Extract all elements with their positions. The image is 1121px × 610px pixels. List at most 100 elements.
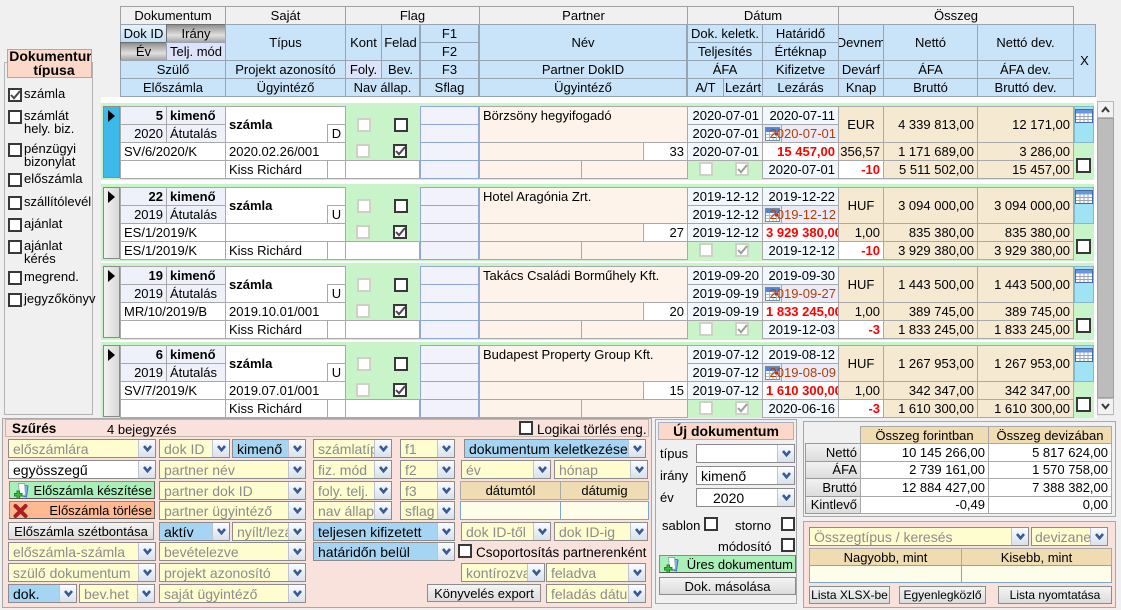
filter-select-sajat-ugyintezo[interactable]: saját ügyintéző [159, 584, 306, 603]
filter-select-feladva-dropdown-button[interactable] [628, 564, 645, 581]
less-than-input[interactable] [961, 565, 1112, 583]
filter-select-nyilt-lezart[interactable]: nyílt/lezárt [232, 522, 306, 541]
filter-select-partner-ugyintezo[interactable]: partner ügyintéző [159, 501, 306, 520]
filter-select-egyosszegu[interactable]: egyösszegű [8, 460, 156, 479]
column-header-felad[interactable]: Felad [381, 24, 420, 61]
column-header-f1[interactable]: F1 [420, 24, 479, 43]
filter-select-dok-id-tol-dropdown-button[interactable] [533, 523, 550, 540]
csoportositas-checkbox[interactable] [458, 544, 472, 558]
new-doc-ev[interactable]: 2020 [696, 488, 795, 507]
row-bev-checkbox[interactable] [393, 304, 407, 318]
new-doc-tipus-dropdown-button[interactable] [777, 445, 794, 462]
filter-select-kontirozva[interactable]: kontírozva [461, 563, 545, 582]
column-header-f2[interactable]: F2 [420, 42, 479, 61]
column-header-kifizetve[interactable]: Kifizetve [762, 60, 839, 79]
filter-select-aktiv-dropdown-button[interactable] [212, 523, 229, 540]
scrollbar-thumb[interactable] [1097, 118, 1114, 398]
row-selector[interactable] [103, 345, 120, 417]
row-select-checkbox[interactable] [1076, 239, 1091, 254]
doctype-checkbox-2[interactable] [8, 143, 22, 157]
column-header-dok_id[interactable]: Dok ID [120, 24, 167, 43]
column-group-partner[interactable]: Partner [479, 6, 688, 25]
summary-search-type[interactable]: Összegtípus / keresés [809, 527, 1029, 546]
row-felad-checkbox[interactable] [394, 118, 408, 132]
filter-select-ev[interactable]: év [461, 460, 551, 479]
doctype-checkbox-7[interactable] [8, 271, 22, 285]
summary-currency-dropdown-button[interactable] [1090, 528, 1107, 545]
column-header-devarf[interactable]: Devárf [838, 60, 884, 79]
column-header-telj_mod[interactable]: Telj. mód [166, 42, 226, 61]
doctype-checkbox-0[interactable] [8, 88, 22, 102]
filter-select-sflag-dropdown-button[interactable] [437, 502, 454, 519]
column-group-osszeg[interactable]: Összeg [838, 6, 1074, 25]
filter-select-fiz-mod-dropdown-button[interactable] [374, 461, 391, 478]
filter-select-dokumentum-keletkezese-dropdown-button[interactable] [628, 440, 645, 457]
column-header-kont[interactable]: Kont [345, 24, 382, 61]
filter-select-dok[interactable]: dok. [8, 584, 77, 603]
egyenlegkozlo-button[interactable]: Egyenlegközlő [899, 586, 986, 604]
column-header-nev[interactable]: Név [479, 24, 687, 61]
column-header-nav_allap[interactable]: Nav állap. [345, 78, 420, 97]
column-header-at[interactable]: A/T [687, 78, 724, 97]
datumig-input[interactable] [560, 501, 649, 520]
column-header-f3[interactable]: F3 [420, 60, 479, 79]
column-header-bev[interactable]: Bev. [381, 60, 420, 79]
filter-select-f1-dropdown-button[interactable] [437, 440, 454, 457]
filter-select-kimeno[interactable]: kimenő [232, 439, 306, 458]
column-header-ev[interactable]: Év [120, 42, 167, 61]
filter-select-f2[interactable]: f2 [400, 460, 455, 479]
dok-masolasa-button[interactable]: Dok. másolása [659, 577, 796, 595]
filter-select-feladas-datuma-dropdown-button[interactable] [628, 585, 645, 602]
row-selector[interactable] [103, 187, 120, 259]
column-header-netto[interactable]: Nettó [883, 24, 978, 61]
filter-select-bev-het-dropdown-button[interactable] [137, 585, 154, 602]
filter-select-partner-ugyintezo-dropdown-button[interactable] [288, 502, 305, 519]
new-doc-irany-dropdown-button[interactable] [777, 467, 794, 484]
filter-select-foly-telj-dropdown-button[interactable] [374, 482, 391, 499]
column-header-lezart[interactable]: Lezárt [723, 78, 763, 97]
filter-select-projekt-azonosito-dropdown-button[interactable] [288, 564, 305, 581]
column-header-tipus[interactable]: Típus [225, 24, 346, 61]
doctype-checkbox-4[interactable] [8, 196, 22, 210]
column-header-x[interactable]: X [1073, 24, 1096, 97]
filter-select-egyosszegu-dropdown-button[interactable] [138, 461, 155, 478]
new-doc-irany[interactable]: kimenő [696, 466, 795, 485]
greater-than-input[interactable] [809, 565, 962, 583]
modosito-checkbox[interactable] [781, 538, 795, 552]
lista-nyomtatasa-button[interactable]: Lista nyomtatása [998, 586, 1112, 604]
column-header-eloszamla[interactable]: Előszámla [120, 78, 226, 97]
column-header-devnem[interactable]: Devnem [838, 24, 884, 61]
filter-select-f3-dropdown-button[interactable] [437, 482, 454, 499]
filter-select-sflag[interactable]: sflag [400, 501, 455, 520]
eloszamla-keszitese-button[interactable]: Előszámla készítése [9, 481, 155, 499]
filter-select-feladas-datuma[interactable]: feladás dátuma [546, 584, 646, 603]
filter-select-eloszamlara[interactable]: előszámlára [8, 439, 156, 458]
column-header-irany[interactable]: Irány [166, 24, 226, 43]
filter-select-dokumentum-keletkezese[interactable]: dokumentum keletkezése [464, 439, 646, 458]
row-detail-button[interactable] [1074, 187, 1094, 224]
column-header-projekt[interactable]: Projekt azonosító [225, 60, 346, 79]
datumtol-input[interactable] [460, 501, 561, 520]
row-selector[interactable] [103, 266, 120, 338]
row-select-checkbox[interactable] [1076, 158, 1091, 173]
summary-search-type-dropdown-button[interactable] [1011, 528, 1028, 545]
row-detail-button[interactable] [1074, 345, 1094, 382]
filter-select-kontirozva-dropdown-button[interactable] [527, 564, 544, 581]
column-header-netto_dev[interactable]: Nettó dev. [977, 24, 1074, 61]
filter-select-partner-dok-id[interactable]: partner dok ID [159, 481, 306, 500]
doctype-checkbox-5[interactable] [8, 218, 22, 232]
filter-select-f3[interactable]: f3 [400, 481, 455, 500]
row-bev-checkbox[interactable] [393, 225, 407, 239]
doctype-checkbox-8[interactable] [8, 293, 22, 307]
filter-select-szamlatipus-dropdown-button[interactable] [374, 440, 391, 457]
filter-select-szamlatipus[interactable]: számlatípus [313, 439, 392, 458]
filter-select-bevetelezve[interactable]: bevételezve [159, 542, 306, 561]
scrollbar-down-button[interactable] [1097, 398, 1114, 415]
filter-select-dok-id[interactable]: dok ID [159, 439, 230, 458]
column-header-dok_keletk[interactable]: Dok. keletk. [687, 24, 763, 43]
row-select-checkbox[interactable] [1076, 318, 1091, 333]
filter-select-partner-nev-dropdown-button[interactable] [288, 461, 305, 478]
column-header-ugyintezo[interactable]: Ügyintéző [225, 78, 346, 97]
filter-select-dok-id-dropdown-button[interactable] [212, 440, 229, 457]
filter-select-eloszamlara-dropdown-button[interactable] [138, 440, 155, 457]
